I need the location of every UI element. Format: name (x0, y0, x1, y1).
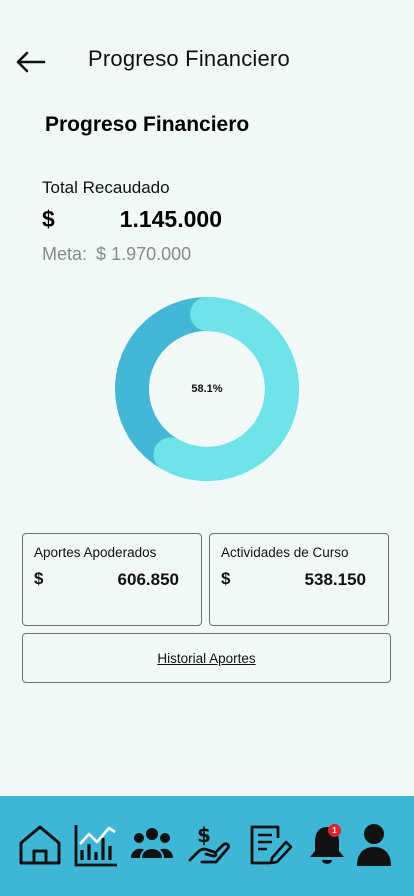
card-amount: 606.850 (117, 570, 179, 589)
section-title: Progreso Financiero (45, 113, 250, 136)
goal-amount: 1.970.000 (111, 244, 192, 264)
users-icon (131, 828, 173, 858)
bottom-nav: $ 1 (0, 796, 414, 896)
progress-donut: 58.1% (113, 295, 301, 483)
nav-progress[interactable] (73, 822, 119, 868)
goal-label: Meta: (42, 244, 88, 264)
nav-home[interactable] (17, 822, 63, 868)
notification-badge: 1 (328, 824, 341, 837)
arrow-left-icon (16, 51, 46, 73)
top-bar: Progreso Financiero (0, 36, 414, 86)
card-parent-contributions: Aportes Apoderados $ 606.850 (22, 533, 202, 626)
history-button[interactable]: Historial Aportes (22, 633, 391, 683)
nav-profile[interactable] (351, 822, 397, 868)
card-currency: $ (221, 569, 231, 588)
chart-icon (74, 825, 117, 867)
card-amount: 538.150 (304, 570, 366, 589)
card-course-activities: Actividades de Curso $ 538.150 (209, 533, 389, 626)
bell-icon (310, 827, 344, 864)
nav-records[interactable] (248, 822, 294, 868)
progress-percentage: 58.1% (191, 383, 223, 395)
payment-hand-icon: $ (188, 823, 230, 864)
total-raised-label: Total Recaudado (42, 178, 170, 197)
card-title: Aportes Apoderados (34, 545, 157, 560)
goal-text: Meta: $ 1.970.000 (42, 244, 191, 265)
user-icon (357, 824, 391, 866)
home-icon (19, 825, 61, 865)
total-raised-value: $ 1.145.000 (42, 206, 222, 238)
edit-document-icon (250, 825, 293, 865)
nav-users[interactable] (129, 822, 175, 868)
history-button-label: Historial Aportes (157, 650, 256, 666)
nav-payments[interactable]: $ (186, 822, 232, 868)
total-currency: $ (42, 206, 55, 232)
card-currency: $ (34, 569, 44, 588)
nav-notifications[interactable]: 1 (304, 822, 350, 868)
goal-currency: $ (96, 244, 107, 264)
page-title: Progreso Financiero (88, 46, 290, 71)
card-title: Actividades de Curso (221, 545, 349, 560)
svg-text:$: $ (197, 823, 211, 847)
total-amount: 1.145.000 (119, 206, 222, 232)
back-button[interactable] (12, 46, 48, 78)
